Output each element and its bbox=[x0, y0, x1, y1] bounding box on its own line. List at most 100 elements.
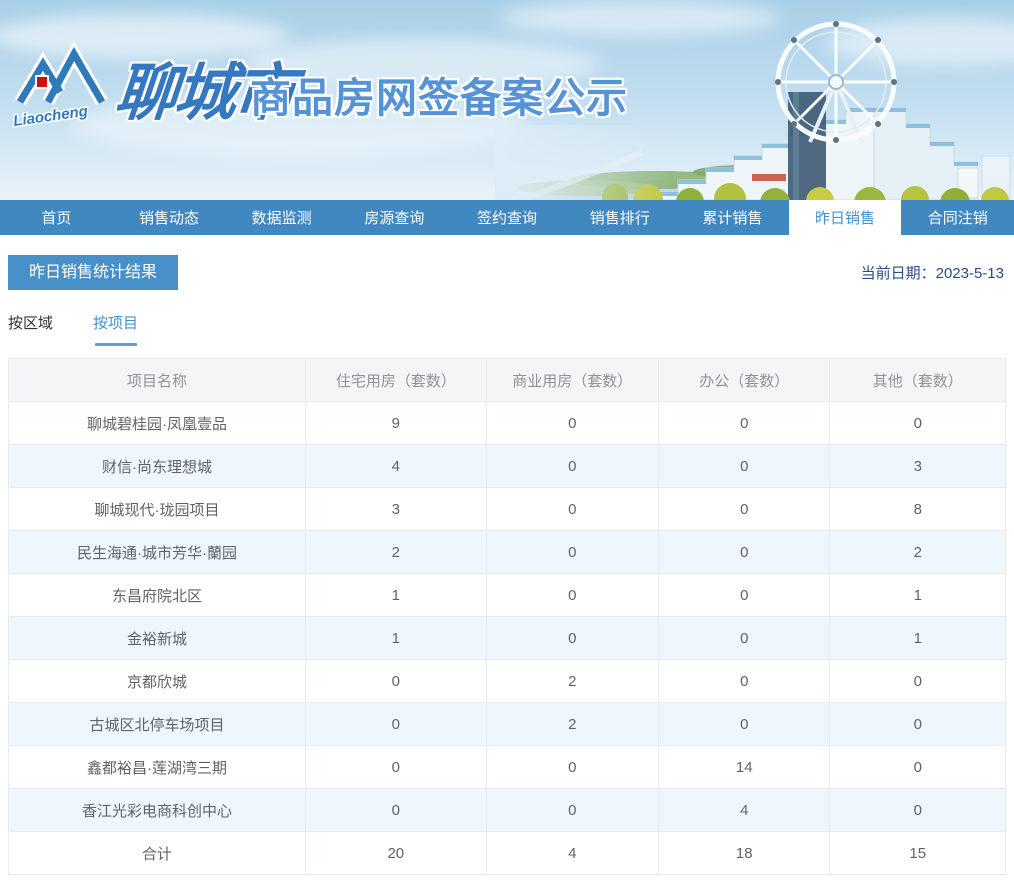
project-name-cell: 香江光彩电商科创中心 bbox=[7, 788, 307, 832]
column-header: 项目名称 bbox=[7, 358, 307, 402]
nav-item-4[interactable]: 房源查询 bbox=[338, 200, 451, 235]
view-tabs: 按区域 按项目 bbox=[8, 312, 1006, 346]
current-date: 当前日期：2023-5-13 bbox=[860, 265, 1004, 282]
count-cell: 0 bbox=[485, 788, 660, 832]
main-content: 昨日销售统计结果 当前日期：2023-5-13 按区域 按项目 项目名称 住宅用房… bbox=[0, 255, 1014, 875]
table-row: 民生海通·城市芳华·蘭园 2 0 0 2 bbox=[7, 530, 1006, 574]
count-cell: 9 bbox=[305, 401, 487, 445]
table-row: 香江光彩电商科创中心 0 0 4 0 bbox=[7, 788, 1006, 832]
count-cell: 0 bbox=[658, 401, 831, 445]
nav-bar: 首页 销售动态 数据监测 房源查询 签约查询 销售排行 累计销售 昨日销售 合同注销 bbox=[0, 200, 1014, 235]
count-cell: 0 bbox=[829, 788, 1006, 832]
count-cell: 0 bbox=[485, 444, 660, 488]
count-cell: 0 bbox=[658, 487, 831, 531]
column-header: 商业用房（套数） bbox=[485, 358, 660, 402]
project-name-cell: 京都欣城 bbox=[7, 659, 307, 703]
project-name-cell: 财信·尚东理想城 bbox=[7, 444, 307, 488]
section-head: 昨日销售统计结果 当前日期：2023-5-13 bbox=[8, 255, 1006, 290]
count-cell: 0 bbox=[658, 573, 831, 617]
count-cell: 14 bbox=[658, 745, 831, 789]
count-cell: 1 bbox=[829, 616, 1006, 660]
tab-label: 按项目 bbox=[93, 315, 139, 332]
count-cell: 0 bbox=[829, 745, 1006, 789]
project-name-cell: 合计 bbox=[7, 831, 307, 875]
count-cell: 1 bbox=[305, 573, 487, 617]
table-body: 聊城碧桂园·凤凰壹品 9 0 0 0 财信·尚东理想城 4 0 0 3 聊城现代·珑园项目 3 0 0 8 民… bbox=[7, 401, 1006, 875]
count-cell: 4 bbox=[658, 788, 831, 832]
project-name-cell: 鑫都裕昌·莲湖湾三期 bbox=[7, 745, 307, 789]
page: Liaocheng 聊城市 商品房网签备案公示 首页 销售动态 数据监测 房源查询 签约… bbox=[0, 0, 1014, 875]
site-logo[interactable]: Liaocheng bbox=[11, 38, 116, 134]
sales-table: 项目名称 住宅用房（套数） 商业用房（套数） 办公（套数） 其他（套数） 聊城碧桂园·凤… bbox=[7, 358, 1006, 875]
count-cell: 0 bbox=[305, 745, 487, 789]
table-row: 财信·尚东理想城 4 0 0 3 bbox=[7, 444, 1006, 488]
table-row: 金裕新城 1 0 0 1 bbox=[7, 616, 1006, 660]
nav-item-7[interactable]: 累计销售 bbox=[676, 200, 789, 235]
count-cell: 0 bbox=[485, 401, 660, 445]
count-cell: 20 bbox=[305, 831, 487, 875]
tab-label: 按区域 bbox=[8, 315, 54, 332]
count-cell: 2 bbox=[485, 659, 660, 703]
table-row: 东昌府院北区 1 0 0 1 bbox=[7, 573, 1006, 617]
count-cell: 18 bbox=[658, 831, 831, 875]
count-cell: 0 bbox=[658, 616, 831, 660]
project-name-cell: 东昌府院北区 bbox=[7, 573, 307, 617]
site-title: 商品房网签备案公示 bbox=[250, 75, 628, 121]
logo-mountain-icon: Liaocheng bbox=[11, 40, 108, 131]
nav-item-3[interactable]: 数据监测 bbox=[225, 200, 338, 235]
count-cell: 2 bbox=[305, 530, 487, 574]
section-title-badge: 昨日销售统计结果 bbox=[8, 255, 179, 290]
table-row: 古城区北停车场项目 0 2 0 0 bbox=[7, 702, 1006, 746]
count-cell: 15 bbox=[829, 831, 1006, 875]
nav-item-9[interactable]: 合同注销 bbox=[901, 200, 1014, 235]
project-name-cell: 民生海通·城市芳华·蘭园 bbox=[7, 530, 307, 574]
count-cell: 0 bbox=[658, 659, 831, 703]
count-cell: 0 bbox=[305, 659, 487, 703]
count-cell: 3 bbox=[305, 487, 487, 531]
count-cell: 0 bbox=[658, 444, 831, 488]
count-cell: 2 bbox=[829, 530, 1006, 574]
nav-item-8[interactable]: 昨日销售 bbox=[788, 200, 902, 235]
column-header: 住宅用房（套数） bbox=[305, 358, 487, 402]
table-row: 京都欣城 0 2 0 0 bbox=[7, 659, 1006, 703]
count-cell: 0 bbox=[829, 702, 1006, 746]
count-cell: 0 bbox=[658, 702, 831, 746]
count-cell: 2 bbox=[485, 702, 660, 746]
logo-script-text: Liaocheng bbox=[12, 103, 89, 130]
nav-item-5[interactable]: 签约查询 bbox=[451, 200, 564, 235]
count-cell: 0 bbox=[829, 659, 1006, 703]
count-cell: 0 bbox=[485, 530, 660, 574]
project-name-cell: 古城区北停车场项目 bbox=[7, 702, 307, 746]
project-name-cell: 聊城碧桂园·凤凰壹品 bbox=[7, 401, 307, 445]
tab-by-region[interactable]: 按区域 bbox=[8, 312, 53, 346]
count-cell: 0 bbox=[305, 702, 487, 746]
count-cell: 4 bbox=[485, 831, 660, 875]
table-row: 聊城现代·珑园项目 3 0 0 8 bbox=[7, 487, 1006, 531]
column-header: 办公（套数） bbox=[658, 358, 831, 402]
column-header: 其他（套数） bbox=[829, 358, 1006, 402]
count-cell: 1 bbox=[829, 573, 1006, 617]
count-cell: 8 bbox=[829, 487, 1006, 531]
table-header-row: 项目名称 住宅用房（套数） 商业用房（套数） 办公（套数） 其他（套数） bbox=[7, 358, 1006, 402]
nav-item-1[interactable]: 首页 bbox=[0, 200, 113, 235]
project-name-cell: 金裕新城 bbox=[7, 616, 307, 660]
tab-by-project[interactable]: 按项目 bbox=[93, 312, 138, 346]
count-cell: 0 bbox=[485, 573, 660, 617]
count-cell: 0 bbox=[829, 401, 1006, 445]
nav-item-6[interactable]: 销售排行 bbox=[563, 200, 676, 235]
count-cell: 0 bbox=[305, 788, 487, 832]
count-cell: 0 bbox=[485, 487, 660, 531]
site-banner: Liaocheng 聊城市 商品房网签备案公示 bbox=[0, 0, 1014, 200]
count-cell: 0 bbox=[485, 745, 660, 789]
count-cell: 0 bbox=[658, 530, 831, 574]
project-name-cell: 聊城现代·珑园项目 bbox=[7, 487, 307, 531]
tab-active-underline bbox=[94, 343, 137, 346]
count-cell: 3 bbox=[829, 444, 1006, 488]
count-cell: 4 bbox=[305, 444, 487, 488]
nav-item-2[interactable]: 销售动态 bbox=[113, 200, 226, 235]
table-row: 聊城碧桂园·凤凰壹品 9 0 0 0 bbox=[7, 401, 1006, 445]
count-cell: 0 bbox=[485, 616, 660, 660]
count-cell: 1 bbox=[305, 616, 487, 660]
table-row: 鑫都裕昌·莲湖湾三期 0 0 14 0 bbox=[7, 745, 1006, 789]
table-row-total: 合计 20 4 18 15 bbox=[7, 831, 1006, 875]
